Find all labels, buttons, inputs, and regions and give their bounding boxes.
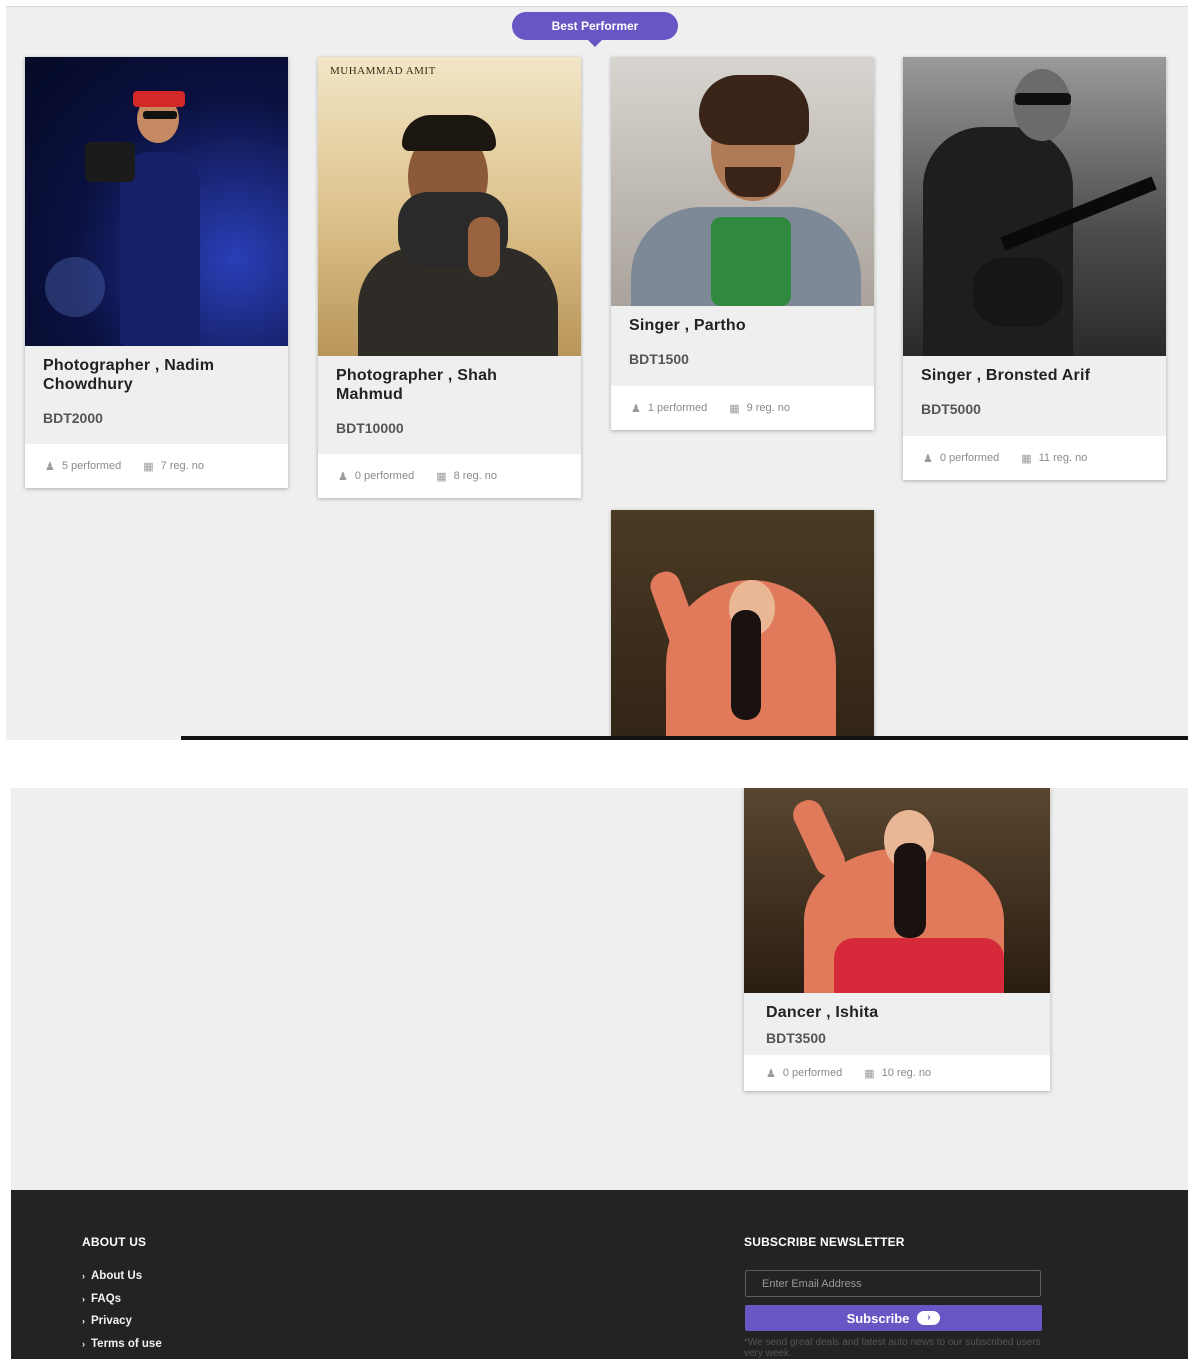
performer-meta: ♟ 0 performed ▦ 8 reg. no xyxy=(318,454,581,498)
user-icon: ♟ xyxy=(45,460,55,473)
footer-link-label[interactable]: FAQs xyxy=(91,1293,121,1305)
best-performer-section-continued: Dancer , Ishita BDT3500 ♟ 0 performed ▦ 10… xyxy=(11,788,1188,1190)
reg-number: 8 reg. no xyxy=(453,470,498,482)
performer-price: BDT10000 xyxy=(336,420,404,436)
subscribe-button[interactable]: Subscribe › xyxy=(745,1305,1042,1331)
performer-card[interactable]: Singer , Bronsted Arif BDT5000 ♟ 0 perfor… xyxy=(903,57,1166,480)
reg-number: 10 reg. no xyxy=(881,1067,932,1079)
performed-count: 1 performed xyxy=(647,402,708,414)
newsletter-heading: SUBSCRIBE NEWSLETTER xyxy=(744,1235,905,1249)
performer-meta: ♟ 1 performed ▦ 9 reg. no xyxy=(611,386,874,430)
performer-card[interactable]: Photographer , Nadim Chowdhury BDT2000 ♟… xyxy=(25,57,288,488)
arrow-right-icon: › xyxy=(917,1311,941,1325)
performer-meta: ♟ 5 performed ▦ 7 reg. no xyxy=(25,444,288,488)
chevron-right-icon: › xyxy=(82,1271,85,1281)
chevron-right-icon: › xyxy=(82,1316,85,1327)
performer-photo[interactable] xyxy=(25,57,288,346)
performer-title[interactable]: Photographer , Shah Mahmud xyxy=(336,366,563,404)
performed-count: 5 performed xyxy=(61,460,122,472)
user-icon: ♟ xyxy=(338,470,348,483)
calendar-icon: ▦ xyxy=(729,402,740,415)
performer-price: BDT3500 xyxy=(766,1030,826,1046)
footer-link-label[interactable]: Privacy xyxy=(91,1315,132,1327)
chevron-right-icon: › xyxy=(82,1339,85,1350)
performer-price: BDT5000 xyxy=(921,401,981,417)
performer-meta: ♟ 0 performed ▦ 10 reg. no xyxy=(744,1055,1050,1091)
performer-photo[interactable]: MUHAMMAD AMIT xyxy=(318,57,581,356)
best-performer-section: Best Performer Photographer , Nadim Chow… xyxy=(6,6,1188,740)
performed-count: 0 performed xyxy=(782,1067,843,1079)
performed-count: 0 performed xyxy=(939,452,1000,464)
user-icon: ♟ xyxy=(923,452,933,465)
performer-photo[interactable] xyxy=(611,57,874,306)
site-footer: ABOUT US › About Us › FAQs › Privacy › Terms… xyxy=(11,1190,1188,1359)
calendar-icon: ▦ xyxy=(143,460,154,473)
reg-number: 7 reg. no xyxy=(160,460,205,472)
calendar-icon: ▦ xyxy=(864,1067,875,1080)
section-divider xyxy=(181,736,1188,740)
footer-link-faqs[interactable]: › FAQs xyxy=(82,1293,162,1316)
performer-meta: ♟ 0 performed ▦ 11 reg. no xyxy=(903,436,1166,480)
footer-link-privacy[interactable]: › Privacy xyxy=(82,1315,162,1338)
performed-count: 0 performed xyxy=(354,470,415,482)
performer-card[interactable] xyxy=(611,510,874,740)
performer-title[interactable]: Singer , Partho xyxy=(629,316,856,335)
photo-watermark: MUHAMMAD AMIT xyxy=(330,65,436,77)
performer-title[interactable]: Dancer , Ishita xyxy=(766,1003,1032,1022)
chevron-right-icon: › xyxy=(82,1293,85,1304)
performer-photo[interactable] xyxy=(903,57,1166,356)
calendar-icon: ▦ xyxy=(1021,452,1032,465)
user-icon: ♟ xyxy=(766,1067,776,1080)
email-field[interactable] xyxy=(745,1270,1041,1297)
footer-links: › About Us › FAQs › Privacy › Terms of use xyxy=(82,1270,162,1361)
footer-link-about-us[interactable]: › About Us xyxy=(82,1270,162,1293)
calendar-icon: ▦ xyxy=(436,470,447,483)
subscribe-label: Subscribe xyxy=(846,1310,910,1326)
performer-card[interactable]: Dancer , Ishita BDT3500 ♟ 0 performed ▦ 10… xyxy=(744,788,1050,1091)
reg-number: 9 reg. no xyxy=(746,402,791,414)
performer-photo[interactable] xyxy=(611,510,874,740)
performer-price: BDT1500 xyxy=(629,351,689,367)
performer-card[interactable]: Singer , Partho BDT1500 ♟ 1 performed ▦ 9 … xyxy=(611,57,874,430)
section-badge: Best Performer xyxy=(512,12,678,47)
about-us-heading: ABOUT US xyxy=(82,1235,147,1249)
footer-link-label[interactable]: Terms of use xyxy=(91,1338,162,1350)
reg-number: 11 reg. no xyxy=(1038,452,1088,464)
user-icon: ♟ xyxy=(631,402,641,415)
performer-title[interactable]: Photographer , Nadim Chowdhury xyxy=(43,356,270,394)
newsletter-note: *We send great deals and latest auto new… xyxy=(744,1337,1041,1359)
footer-link-label[interactable]: About Us xyxy=(91,1270,142,1282)
footer-link-terms[interactable]: › Terms of use xyxy=(82,1338,162,1361)
performer-photo[interactable] xyxy=(744,788,1050,993)
performer-card[interactable]: MUHAMMAD AMIT Photographer , Shah Mahmud… xyxy=(318,57,581,498)
performer-price: BDT2000 xyxy=(43,410,103,426)
performer-title[interactable]: Singer , Bronsted Arif xyxy=(921,366,1148,385)
